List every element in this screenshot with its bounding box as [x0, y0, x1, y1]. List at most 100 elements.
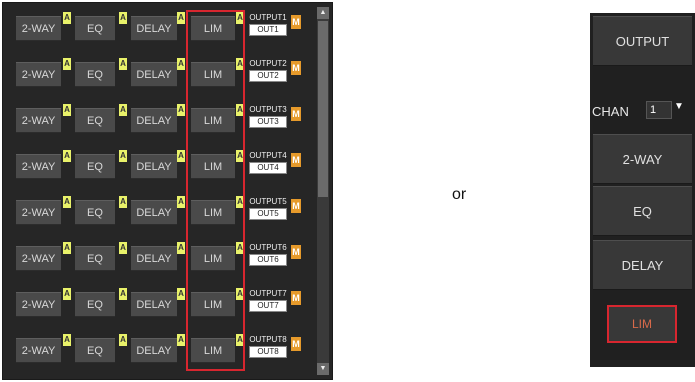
- mute-button[interactable]: M: [291, 245, 301, 259]
- lim-button[interactable]: LIM: [191, 292, 235, 317]
- eq-button[interactable]: EQ: [593, 186, 692, 236]
- mute-button[interactable]: M: [291, 337, 301, 351]
- delay-button[interactable]: DELAY: [131, 292, 177, 317]
- mute-button[interactable]: M: [291, 15, 301, 29]
- delay-button[interactable]: DELAY: [131, 154, 177, 179]
- vertical-channel-panel: OUTPUT CHAN 1 ▼ 2-WAY EQ DELAY LIM: [590, 13, 695, 367]
- a-tag[interactable]: A: [177, 12, 185, 24]
- lim-button[interactable]: LIM: [191, 246, 235, 271]
- two-way-button[interactable]: 2-WAY: [16, 62, 61, 87]
- output-button[interactable]: OUTPUT: [593, 16, 692, 66]
- scroll-thumb[interactable]: [318, 21, 328, 197]
- a-tag[interactable]: A: [63, 334, 71, 346]
- a-tag[interactable]: A: [177, 150, 185, 162]
- output-name-field[interactable]: OUT5: [249, 208, 287, 220]
- eq-button[interactable]: EQ: [75, 154, 115, 179]
- two-way-button[interactable]: 2-WAY: [16, 292, 61, 317]
- a-tag[interactable]: A: [236, 104, 244, 116]
- lim-button[interactable]: LIM: [191, 16, 235, 41]
- a-tag[interactable]: A: [236, 150, 244, 162]
- a-tag[interactable]: A: [236, 12, 244, 24]
- a-tag[interactable]: A: [119, 242, 127, 254]
- a-tag[interactable]: A: [236, 288, 244, 300]
- a-tag[interactable]: A: [119, 150, 127, 162]
- lim-button-highlighted[interactable]: LIM: [607, 305, 677, 343]
- delay-button[interactable]: DELAY: [131, 16, 177, 41]
- eq-button[interactable]: EQ: [75, 108, 115, 133]
- a-tag[interactable]: A: [236, 242, 244, 254]
- a-tag[interactable]: A: [236, 196, 244, 208]
- chevron-down-icon[interactable]: ▼: [674, 101, 684, 112]
- mute-button[interactable]: M: [291, 107, 301, 121]
- a-tag[interactable]: A: [63, 150, 71, 162]
- scroll-down-icon[interactable]: ▼: [317, 363, 329, 375]
- a-tag[interactable]: A: [177, 334, 185, 346]
- a-tag[interactable]: A: [63, 104, 71, 116]
- or-separator: or: [452, 186, 467, 203]
- routing-row: 2-WAY A EQ A DELAY A LIM A OUTPUT1 OUT1 M: [3, 3, 317, 47]
- eq-button[interactable]: EQ: [75, 246, 115, 271]
- a-tag[interactable]: A: [236, 58, 244, 70]
- output-name-field[interactable]: OUT6: [249, 254, 287, 266]
- routing-row: 2-WAY A EQ A DELAY A LIM A OUTPUT4 OUT4 M: [3, 141, 317, 185]
- a-tag[interactable]: A: [119, 288, 127, 300]
- lim-button[interactable]: LIM: [191, 108, 235, 133]
- delay-button[interactable]: DELAY: [131, 200, 177, 225]
- two-way-button[interactable]: 2-WAY: [16, 16, 61, 41]
- output-name-field[interactable]: OUT7: [249, 300, 287, 312]
- two-way-button[interactable]: 2-WAY: [16, 154, 61, 179]
- chan-dropdown[interactable]: 1: [646, 101, 672, 119]
- mute-button[interactable]: M: [291, 199, 301, 213]
- mute-button[interactable]: M: [291, 61, 301, 75]
- two-way-button[interactable]: 2-WAY: [16, 246, 61, 271]
- scroll-up-icon[interactable]: ▲: [317, 7, 329, 19]
- a-tag[interactable]: A: [119, 334, 127, 346]
- a-tag[interactable]: A: [177, 288, 185, 300]
- eq-button[interactable]: EQ: [75, 200, 115, 225]
- lim-button[interactable]: LIM: [191, 200, 235, 225]
- mute-button[interactable]: M: [291, 291, 301, 305]
- a-tag[interactable]: A: [63, 288, 71, 300]
- eq-button[interactable]: EQ: [75, 16, 115, 41]
- output-routing-panel: 2-WAY A EQ A DELAY A LIM A OUTPUT1 OUT1 M 2-WAY A EQ A…: [2, 2, 333, 380]
- two-way-button[interactable]: 2-WAY: [16, 200, 61, 225]
- delay-button[interactable]: DELAY: [131, 62, 177, 87]
- delay-button[interactable]: DELAY: [593, 240, 692, 290]
- output-channel-label: OUTPUT7: [249, 289, 287, 298]
- mute-button[interactable]: M: [291, 153, 301, 167]
- lim-button[interactable]: LIM: [191, 62, 235, 87]
- delay-button[interactable]: DELAY: [131, 246, 177, 271]
- eq-button[interactable]: EQ: [75, 338, 115, 363]
- a-tag[interactable]: A: [63, 58, 71, 70]
- a-tag[interactable]: A: [119, 58, 127, 70]
- a-tag[interactable]: A: [63, 242, 71, 254]
- a-tag[interactable]: A: [63, 196, 71, 208]
- chan-label: CHAN: [592, 104, 629, 119]
- output-name-field[interactable]: OUT3: [249, 116, 287, 128]
- a-tag[interactable]: A: [236, 334, 244, 346]
- two-way-button[interactable]: 2-WAY: [593, 134, 692, 184]
- routing-row: 2-WAY A EQ A DELAY A LIM A OUTPUT3 OUT3 M: [3, 95, 317, 139]
- a-tag[interactable]: A: [177, 196, 185, 208]
- a-tag[interactable]: A: [177, 104, 185, 116]
- routing-row: 2-WAY A EQ A DELAY A LIM A OUTPUT5 OUT5 M: [3, 187, 317, 231]
- two-way-button[interactable]: 2-WAY: [16, 108, 61, 133]
- output-name-field[interactable]: OUT8: [249, 346, 287, 358]
- scrollbar[interactable]: ▲ ▼: [317, 7, 329, 375]
- a-tag[interactable]: A: [119, 104, 127, 116]
- eq-button[interactable]: EQ: [75, 292, 115, 317]
- lim-button[interactable]: LIM: [191, 338, 235, 363]
- a-tag[interactable]: A: [177, 242, 185, 254]
- two-way-button[interactable]: 2-WAY: [16, 338, 61, 363]
- a-tag[interactable]: A: [63, 12, 71, 24]
- a-tag[interactable]: A: [177, 58, 185, 70]
- lim-button[interactable]: LIM: [191, 154, 235, 179]
- a-tag[interactable]: A: [119, 12, 127, 24]
- delay-button[interactable]: DELAY: [131, 108, 177, 133]
- eq-button[interactable]: EQ: [75, 62, 115, 87]
- delay-button[interactable]: DELAY: [131, 338, 177, 363]
- output-name-field[interactable]: OUT2: [249, 70, 287, 82]
- a-tag[interactable]: A: [119, 196, 127, 208]
- output-name-field[interactable]: OUT4: [249, 162, 287, 174]
- output-name-field[interactable]: OUT1: [249, 24, 287, 36]
